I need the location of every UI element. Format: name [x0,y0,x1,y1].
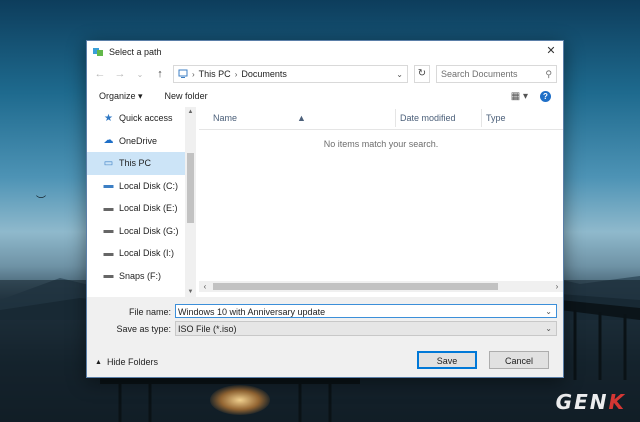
breadcrumb-this-pc[interactable]: This PC [199,69,231,79]
new-folder-button[interactable]: New folder [165,91,208,101]
horizontal-scrollbar[interactable]: ‹ › [199,281,563,292]
cloud-icon: ☁ [103,135,114,147]
sidebar-item-local-disk-e[interactable]: ▬ Local Disk (E:) [87,197,197,220]
hide-folders-toggle[interactable]: ▲ Hide Folders [95,357,158,367]
bird-silhouette: ︶ [36,196,46,207]
save-dialog: Select a path ✕ ← → ⌄ ↑ › This PC › Docu… [86,40,564,378]
sidebar-item-label: OneDrive [119,135,158,146]
column-date-modified[interactable]: Date modified [400,113,456,123]
address-bar[interactable]: › This PC › Documents ⌄ [173,65,408,83]
column-type[interactable]: Type [486,113,506,123]
address-dropdown-icon[interactable]: ⌄ [396,70,403,79]
forward-button[interactable]: → [113,68,127,80]
sidebar-item-label: This PC [119,158,152,169]
drive-icon: ▬ [103,247,114,259]
search-icon: ⚲ [545,68,552,79]
drive-icon: ▬ [103,270,114,282]
cancel-button[interactable]: Cancel [489,351,549,369]
dialog-footer: File name: Windows 10 with Anniversary u… [87,297,563,377]
sidebar-item-snaps-f[interactable]: ▬ Snaps (F:) [87,265,197,288]
sidebar-item-label: Local Disk (E:) [119,203,178,214]
horizontal-scroll-thumb[interactable] [213,283,498,290]
sidebar-item-label: Local Disk (I:) [119,248,175,259]
navigation-pane: ★ Quick access ☁ OneDrive ▭ This PC ▬ Lo… [87,107,197,297]
empty-message: No items match your search. [323,139,439,149]
dialog-title: Select a path [109,46,162,57]
recent-locations-button[interactable]: ⌄ [133,70,147,79]
file-name-label: File name: [128,307,171,317]
hide-folders-label: Hide Folders [106,357,158,367]
navigation-bar: ← → ⌄ ↑ › This PC › Documents ⌄ ↻ Search… [87,62,563,86]
sidebar-item-this-pc[interactable]: ▭ This PC [87,152,185,175]
up-button[interactable]: ↑ [153,68,167,80]
file-name-value: Windows 10 with Anniversary update [178,307,326,317]
sidebar-item-local-disk-g[interactable]: ▬ Local Disk (G:) [87,220,197,243]
help-icon[interactable]: ? [540,90,551,102]
command-bar: Organize ▾ New folder ▦ ▾ ? [87,86,563,106]
sidebar-item-label: Quick access [119,113,173,124]
save-as-type-label: Save as type: [116,324,171,334]
breadcrumb-separator-icon: › [234,69,238,79]
chevron-down-icon[interactable]: ⌄ [545,322,552,336]
chevron-up-icon: ▲ [95,358,102,366]
column-name[interactable]: Name [213,113,237,123]
sidebar-item-label: Local Disk (C:) [119,180,179,191]
search-placeholder: Search Documents [441,69,518,79]
windows-drive-icon: ▬ [103,180,114,192]
sidebar-scrollbar[interactable]: ▲ ▼ [185,107,196,297]
drive-icon: ▬ [103,202,114,214]
computer-icon: ▭ [103,157,114,169]
sidebar-item-local-disk-c[interactable]: ▬ Local Disk (C:) [87,175,197,198]
scroll-up-icon[interactable]: ▲ [185,109,196,115]
sort-ascending-icon: ▲ [297,113,306,123]
pc-location-icon [178,69,188,78]
sidebar-item-label: Snaps (F:) [119,270,162,281]
refresh-button[interactable]: ↻ [414,65,430,83]
star-icon: ★ [104,112,113,124]
save-as-type-value: ISO File (*.iso) [178,324,237,334]
breadcrumb-separator-icon: › [192,69,195,79]
back-button[interactable]: ← [93,68,107,80]
save-button[interactable]: Save [417,351,477,369]
file-list-pane: ▲ Name Date modified Type No items match… [199,107,563,297]
sidebar-item-quick-access[interactable]: ★ Quick access [87,107,197,130]
save-as-type-select[interactable]: ISO File (*.iso) ⌄ [175,321,557,336]
search-input[interactable]: Search Documents ⚲ [436,65,557,83]
scroll-left-icon[interactable]: ‹ [199,281,211,292]
organize-button[interactable]: Organize ▾ [99,91,143,102]
sun-glow [210,385,270,415]
title-bar: Select a path ✕ [87,41,563,62]
genk-watermark: GENK [555,390,626,414]
scroll-right-icon[interactable]: › [551,281,563,292]
view-options-icon[interactable]: ▦ ▾ [511,91,528,102]
sidebar-scroll-thumb[interactable] [187,153,194,223]
sidebar-item-label: Local Disk (G:) [119,225,179,236]
drive-icon: ▬ [103,225,114,237]
column-header-row: ▲ Name Date modified Type [199,107,563,130]
close-button[interactable]: ✕ [543,44,559,58]
breadcrumb-documents[interactable]: Documents [241,69,287,79]
sidebar-item-local-disk-i[interactable]: ▬ Local Disk (I:) [87,242,197,265]
app-icon [93,47,103,56]
browser-body: ★ Quick access ☁ OneDrive ▭ This PC ▬ Lo… [87,107,563,297]
scroll-down-icon[interactable]: ▼ [185,289,196,295]
sidebar-item-onedrive[interactable]: ☁ OneDrive [87,130,197,153]
file-name-input[interactable]: Windows 10 with Anniversary update ⌄ [175,304,557,318]
chevron-down-icon[interactable]: ⌄ [545,305,552,319]
